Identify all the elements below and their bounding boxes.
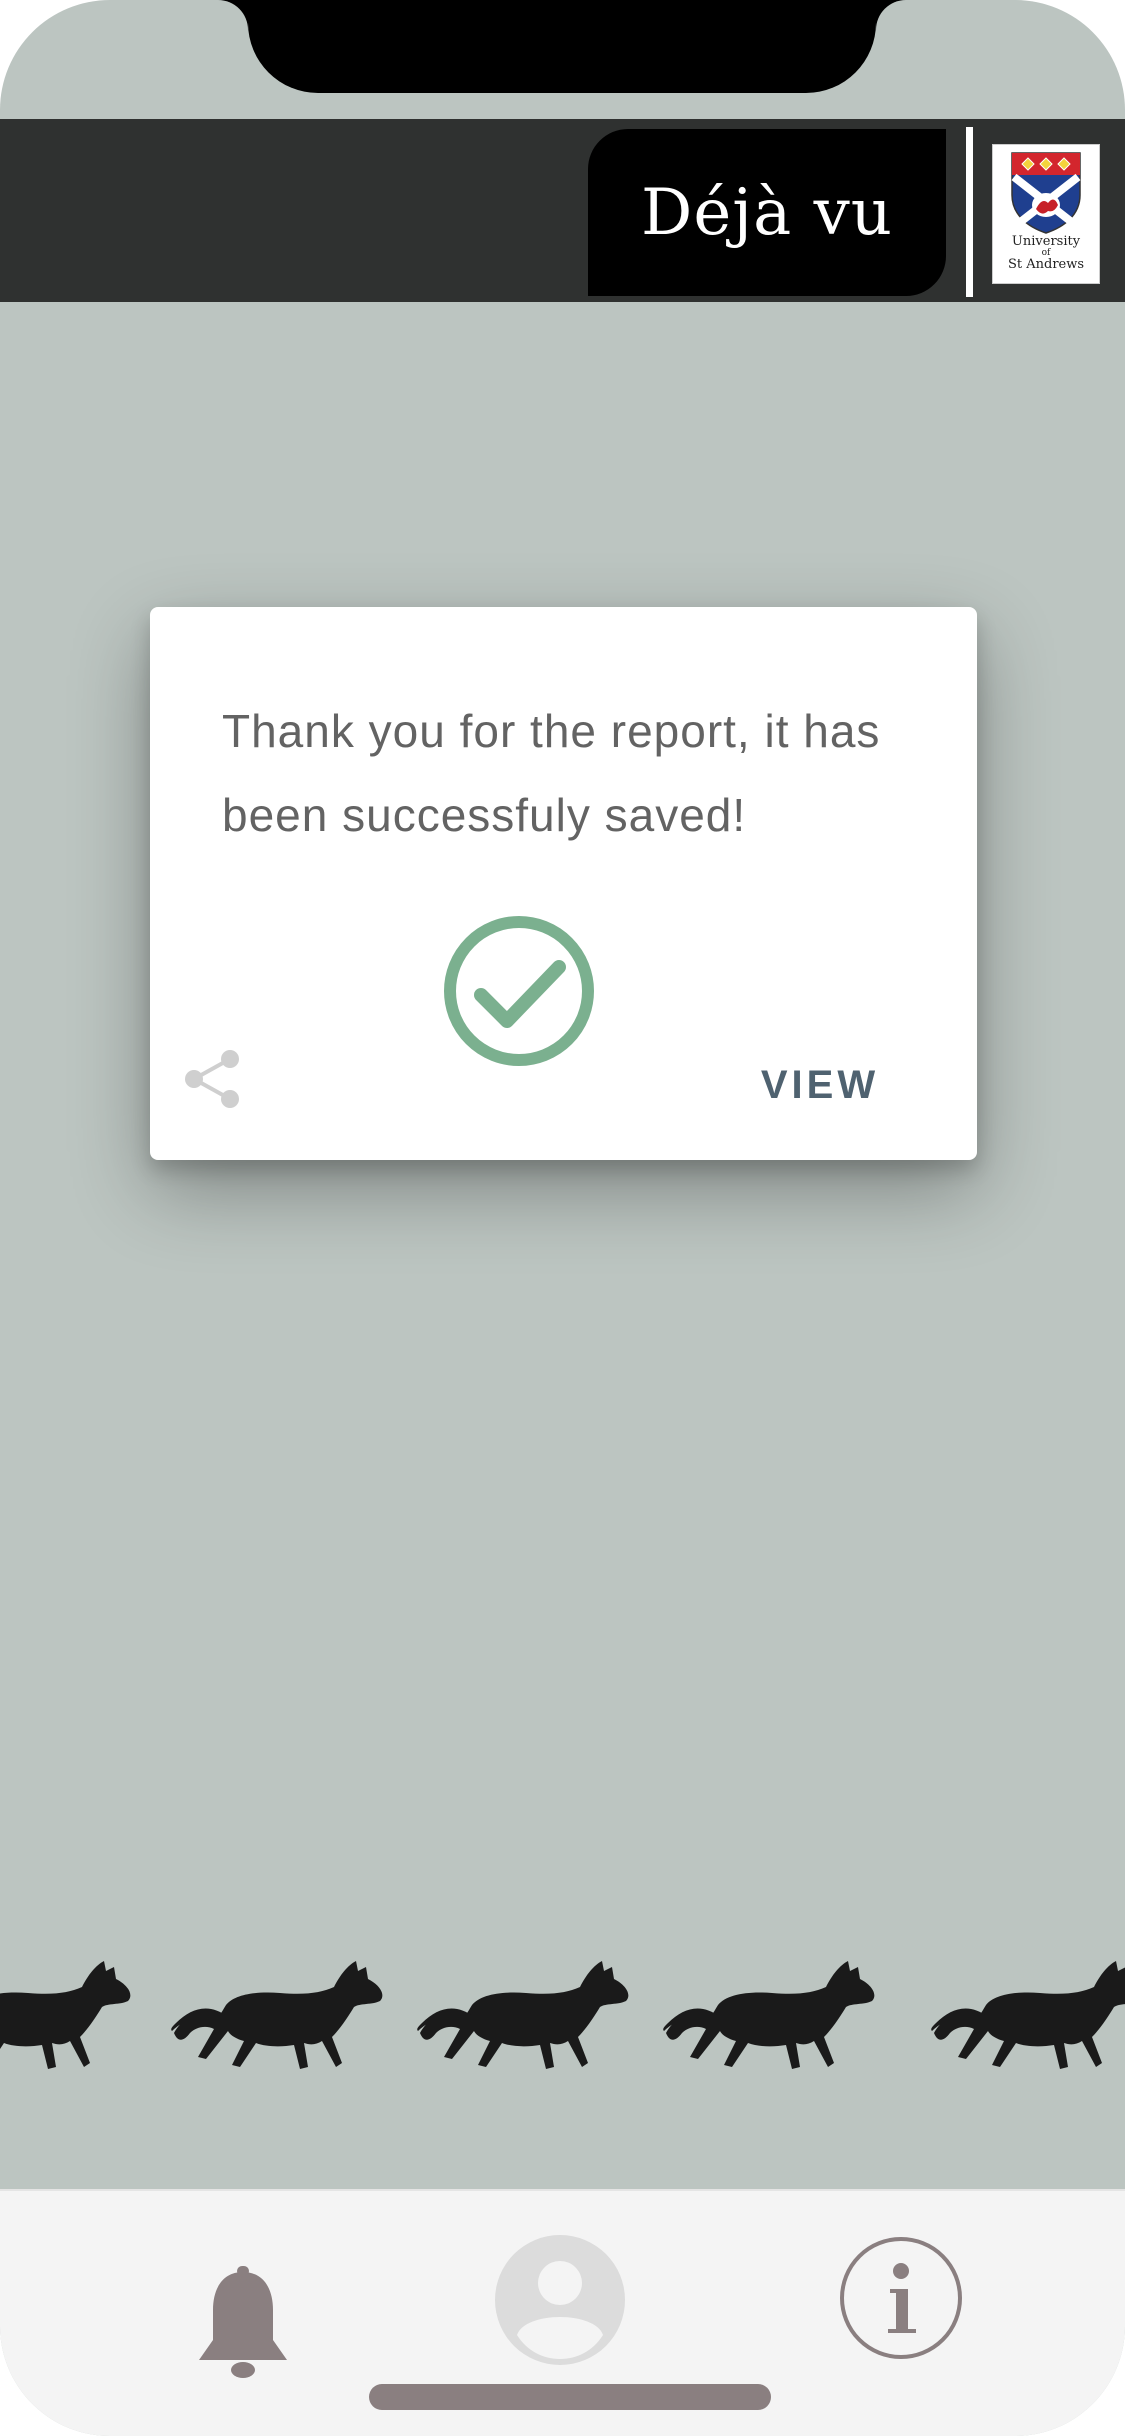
st-andrews-crest-icon [1011, 152, 1081, 234]
check-circle-icon [444, 916, 594, 1066]
logo-text-line3: St Andrews [1007, 257, 1085, 272]
success-dialog: Thank you for the report, it has been su… [150, 607, 977, 1160]
info-icon[interactable] [838, 2235, 964, 2361]
home-indicator[interactable] [369, 2384, 771, 2410]
walking-cat-icon [0, 1961, 131, 2069]
view-button[interactable]: VIEW [745, 1055, 895, 1115]
dialog-message: Thank you for the report, it has been su… [222, 705, 881, 841]
header-divider [966, 127, 973, 297]
app-header: Déjà vu University of St Andrews [0, 119, 1125, 302]
walking-cat-icon [931, 1961, 1125, 2069]
walking-cat-icon [417, 1961, 629, 2069]
university-logo[interactable]: University of St Andrews [992, 144, 1100, 284]
app-title-box: Déjà vu [588, 129, 946, 296]
cats-decoration [0, 1955, 1125, 2085]
user-avatar-icon[interactable] [495, 2235, 625, 2365]
walking-cat-icon [171, 1961, 383, 2069]
notch-edge [218, 0, 248, 30]
notch-edge [876, 0, 906, 30]
phone-screen: Déjà vu University of St Andrews Thank y… [0, 0, 1125, 2436]
notch [248, 0, 876, 93]
app-title: Déjà vu [641, 175, 893, 250]
walking-cat-icon [663, 1961, 875, 2069]
share-icon[interactable] [180, 1047, 244, 1111]
bell-icon[interactable] [193, 2266, 293, 2386]
logo-text-line1: University [1011, 234, 1081, 249]
